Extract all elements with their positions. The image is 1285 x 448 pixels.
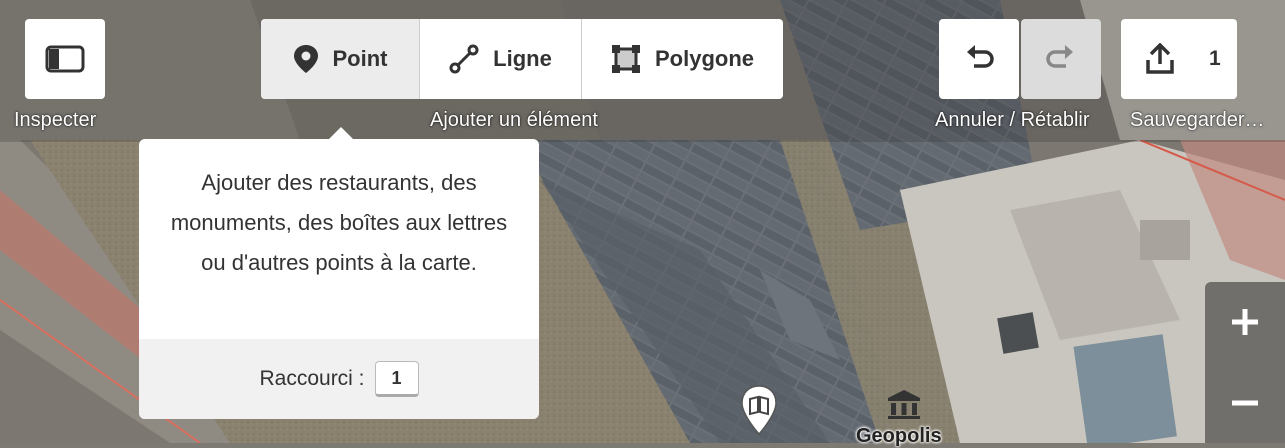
inspect-label: Inspecter (14, 109, 97, 131)
redo-icon (1046, 45, 1073, 68)
redo-button[interactable] (1021, 19, 1101, 99)
history-label: Annuler / Rétablir (935, 109, 1090, 131)
plus-icon (1232, 309, 1258, 335)
save-count: 1 (1209, 47, 1221, 70)
zoom-in-button[interactable] (1205, 282, 1285, 362)
add-polygon-button[interactable]: Polygone (581, 19, 783, 99)
add-polygon-label: Polygone (654, 46, 754, 71)
add-line-label: Ligne (493, 46, 552, 71)
save-button[interactable]: 1 (1121, 19, 1237, 99)
minus-icon (1232, 400, 1258, 406)
upload-icon (1146, 43, 1174, 74)
add-feature-label: Ajouter un élément (430, 109, 598, 131)
poi-label[interactable]: Geopolis (856, 425, 942, 448)
undo-icon (967, 45, 994, 68)
add-point-tooltip: Ajouter des restaurants, des monuments, … (139, 127, 539, 419)
map-marker-icon (293, 45, 318, 73)
line-icon (449, 44, 479, 74)
sidebar-toggle-icon (45, 45, 85, 73)
shortcut-label: Raccourci : (259, 367, 365, 390)
add-line-button[interactable]: Ligne (419, 19, 581, 99)
zoom-out-button[interactable] (1205, 363, 1285, 443)
shortcut-key: 1 (374, 361, 419, 397)
add-feature-group: Point Ligne Polygone (261, 19, 783, 99)
zoom-controls (1205, 282, 1285, 443)
map-pin[interactable] (740, 384, 778, 436)
tooltip-description: Ajouter des restaurants, des monuments, … (170, 170, 508, 275)
tooltip-shortcut: Raccourci : 1 (139, 339, 539, 419)
inspect-button[interactable] (25, 19, 105, 99)
add-point-label: Point (332, 46, 388, 71)
add-point-button[interactable]: Point (261, 19, 419, 99)
save-label: Sauvegarder… (1130, 109, 1265, 131)
tooltip-arrow (329, 127, 353, 139)
polygon-icon (611, 45, 640, 73)
undo-button[interactable] (939, 19, 1019, 99)
museum-icon (886, 388, 922, 420)
